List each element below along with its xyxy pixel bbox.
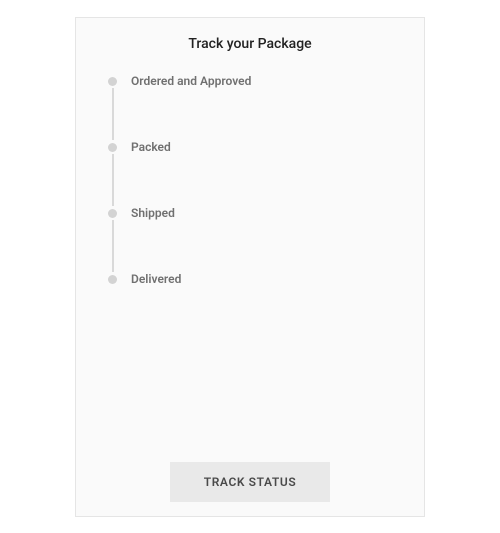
step-label: Ordered and Approved [131,74,251,88]
step-connector-icon [112,154,114,206]
timeline-step: Packed [108,140,424,154]
step-label: Packed [131,140,171,154]
step-label: Shipped [131,206,175,220]
step-dot-icon [108,209,117,218]
page-title: Track your Package [76,18,424,62]
timeline-step: Ordered and Approved [108,74,424,88]
track-status-button[interactable]: TRACK STATUS [170,462,331,502]
step-connector-icon [112,220,114,272]
step-dot-icon [108,77,117,86]
step-label: Delivered [131,272,181,286]
timeline-step: Delivered [108,272,424,286]
timeline-step: Shipped [108,206,424,220]
step-connector-icon [112,88,114,140]
tracking-timeline: Ordered and Approved Packed Shipped [76,62,424,286]
step-dot-icon [108,143,117,152]
step-dot-icon [108,275,117,284]
package-tracking-panel: Track your Package Ordered and Approved … [75,17,425,517]
